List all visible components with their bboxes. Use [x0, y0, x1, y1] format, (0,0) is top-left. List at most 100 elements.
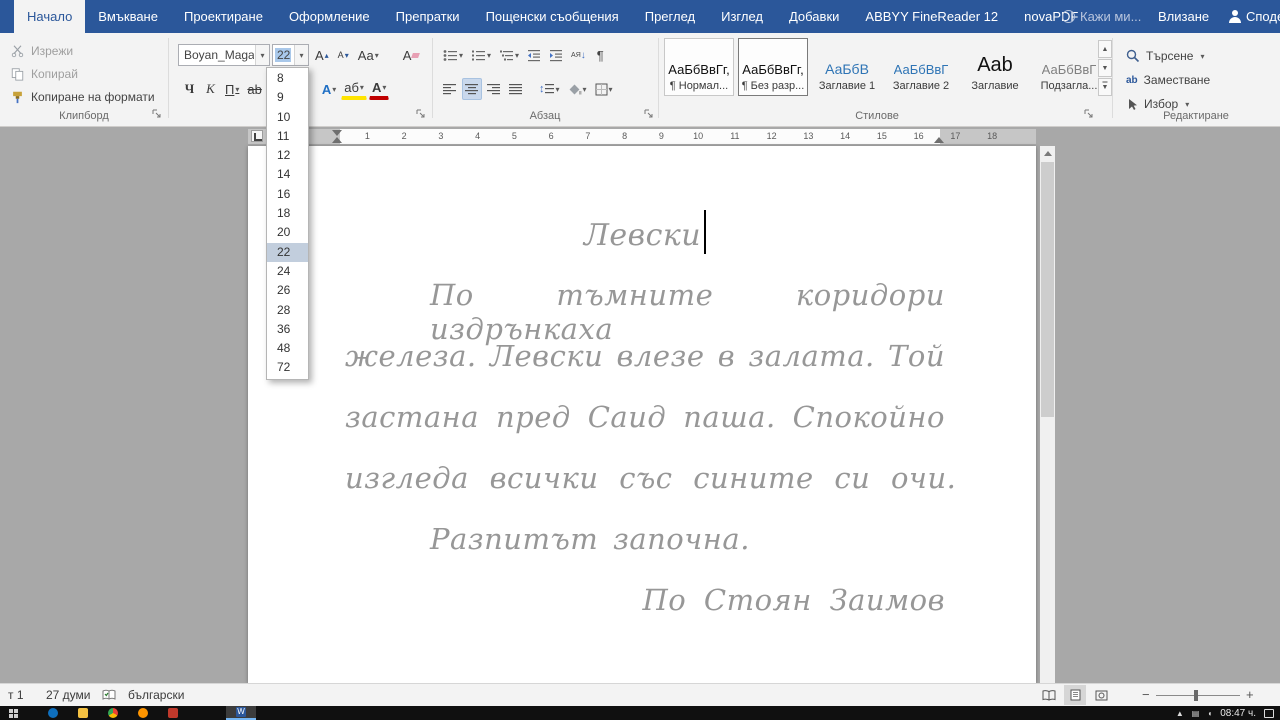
font-size-option[interactable]: 12: [267, 146, 308, 165]
scrollbar-thumb[interactable]: [1041, 162, 1054, 417]
strikethrough-button[interactable]: ab: [244, 78, 264, 100]
shading-button[interactable]: ▾: [565, 78, 590, 100]
document-line[interactable]: По Стоян Заимов: [345, 583, 945, 644]
style-item[interactable]: АаБбВвГ Заглавие 2: [886, 38, 956, 96]
style-item[interactable]: АаБбВвГг, ¶ Нормал...: [664, 38, 734, 96]
justify-button[interactable]: [506, 78, 526, 100]
notification-center-icon[interactable]: [1264, 708, 1274, 718]
font-size-option[interactable]: 20: [267, 223, 308, 242]
styles-dialog-launcher[interactable]: [1084, 109, 1094, 119]
taskbar-app[interactable]: [128, 706, 158, 720]
tab-selector[interactable]: [251, 130, 263, 142]
ribbon-tab[interactable]: Пощенски съобщения: [473, 0, 632, 33]
scroll-up-button[interactable]: [1040, 146, 1055, 161]
font-size-option[interactable]: 16: [267, 185, 308, 204]
ribbon-tab[interactable]: Добавки: [776, 0, 852, 33]
font-size-option[interactable]: 28: [267, 301, 308, 320]
show-paragraph-marks-button[interactable]: ¶: [591, 44, 610, 66]
web-layout-button[interactable]: [1090, 685, 1112, 705]
vertical-scrollbar[interactable]: [1040, 146, 1055, 683]
first-line-indent-marker[interactable]: [332, 130, 342, 136]
numbering-button[interactable]: ▾: [468, 44, 494, 66]
align-center-button[interactable]: [462, 78, 482, 100]
gallery-more-button[interactable]: ▼ ═: [1098, 78, 1112, 96]
sign-in-button[interactable]: Влизане: [1158, 0, 1209, 33]
shrink-font-button[interactable]: А ▾: [334, 44, 353, 66]
format-painter-button[interactable]: Копиране на формати: [10, 86, 159, 108]
taskbar-app[interactable]: [98, 706, 128, 720]
align-left-button[interactable]: [440, 78, 460, 100]
zoom-slider-track[interactable]: [1156, 695, 1240, 696]
cut-button[interactable]: Изрежи: [10, 40, 77, 62]
font-size-combo[interactable]: 22 ▾: [272, 44, 309, 66]
clipboard-dialog-launcher[interactable]: [152, 109, 162, 119]
font-color-button[interactable]: А ▾: [368, 78, 390, 100]
font-size-option[interactable]: 36: [267, 320, 308, 339]
style-item[interactable]: Аab Заглавие: [960, 38, 1030, 96]
borders-button[interactable]: ▾: [592, 78, 616, 100]
decrease-indent-button[interactable]: [524, 44, 544, 66]
volume-icon[interactable]: ◖: [1207, 709, 1212, 718]
underline-button[interactable]: П ▾: [222, 78, 242, 100]
tray-chevron-up-icon[interactable]: ▲: [1176, 709, 1184, 718]
gallery-scroll-up-button[interactable]: ▲: [1098, 40, 1112, 58]
bullets-button[interactable]: ▾: [440, 44, 466, 66]
start-button[interactable]: [0, 706, 26, 720]
document-page[interactable]: Левски По тъмните коридори издрънкаха же…: [248, 146, 1036, 683]
ribbon-tab[interactable]: Начало: [14, 0, 86, 33]
share-button[interactable]: Споделяне: [1228, 0, 1280, 33]
font-size-option[interactable]: 24: [267, 262, 308, 281]
italic-button[interactable]: К: [201, 78, 220, 100]
document-line[interactable]: Разпитът започна.: [345, 522, 945, 583]
copy-button[interactable]: Копирай: [10, 63, 82, 85]
chevron-down-icon[interactable]: ▾: [255, 45, 269, 65]
font-size-option[interactable]: 10: [267, 108, 308, 127]
ribbon-tab[interactable]: Оформление: [276, 0, 383, 33]
find-button[interactable]: Търсене ▾: [1126, 45, 1205, 67]
style-item[interactable]: АаБбВ Заглавие 1: [812, 38, 882, 96]
document-title-line[interactable]: Левски: [345, 210, 945, 272]
font-size-option[interactable]: 8: [267, 69, 308, 88]
document-line[interactable]: железа. Левски влезе в залата. Той: [345, 339, 945, 400]
font-size-option[interactable]: 26: [267, 281, 308, 300]
paragraph-dialog-launcher[interactable]: [644, 109, 654, 119]
grow-font-button[interactable]: А ▴: [312, 44, 332, 66]
ribbon-tab[interactable]: Изглед: [708, 0, 776, 33]
style-item[interactable]: АаБбВвГг, ¶ Без разр...: [738, 38, 808, 96]
ribbon-tab[interactable]: Проектиране: [171, 0, 276, 33]
font-dialog-launcher[interactable]: [416, 109, 426, 119]
read-mode-button[interactable]: [1038, 685, 1060, 705]
text-effects-button[interactable]: А ▾: [319, 78, 339, 100]
font-size-option[interactable]: 18: [267, 204, 308, 223]
page-indicator[interactable]: т 1: [8, 684, 24, 706]
font-size-option[interactable]: 48: [267, 339, 308, 358]
document-line[interactable]: изгледа всички със сините си очи.: [345, 461, 956, 522]
print-layout-button[interactable]: [1064, 685, 1086, 705]
network-icon[interactable]: ▤: [1192, 709, 1200, 718]
document-line[interactable]: По тъмните коридори издрънкаха: [345, 278, 945, 346]
bold-button[interactable]: Ч: [180, 78, 199, 100]
font-size-option[interactable]: 22: [267, 242, 308, 262]
zoom-out-button[interactable]: −: [1142, 684, 1150, 706]
clock[interactable]: 08:47 ч.: [1220, 708, 1256, 719]
font-size-option[interactable]: 9: [267, 88, 308, 107]
ribbon-tab[interactable]: ABBYY FineReader 12: [852, 0, 1011, 33]
word-count[interactable]: 27 думи: [46, 684, 91, 706]
zoom-slider-thumb[interactable]: [1194, 690, 1198, 701]
ribbon-tab[interactable]: Вмъкване: [85, 0, 171, 33]
replace-button[interactable]: ab Заместване: [1126, 69, 1214, 91]
ribbon-tab[interactable]: Преглед: [632, 0, 708, 33]
increase-indent-button[interactable]: [546, 44, 566, 66]
font-size-option[interactable]: 11: [267, 127, 308, 146]
style-item[interactable]: АаБбВвГ Подзагла...: [1034, 38, 1104, 96]
proofing-status[interactable]: [102, 684, 116, 706]
taskbar-app[interactable]: [226, 706, 256, 720]
font-size-option[interactable]: 72: [267, 358, 308, 377]
zoom-in-button[interactable]: +: [1246, 684, 1254, 706]
taskbar-app[interactable]: [38, 706, 68, 720]
taskbar-app[interactable]: [158, 706, 188, 720]
tell-me-box[interactable]: Кажи ми...: [1062, 0, 1141, 33]
highlight-color-button[interactable]: аб ▾: [341, 78, 367, 100]
clear-formatting-button[interactable]: А: [400, 44, 423, 66]
hanging-indent-marker[interactable]: [332, 137, 342, 143]
